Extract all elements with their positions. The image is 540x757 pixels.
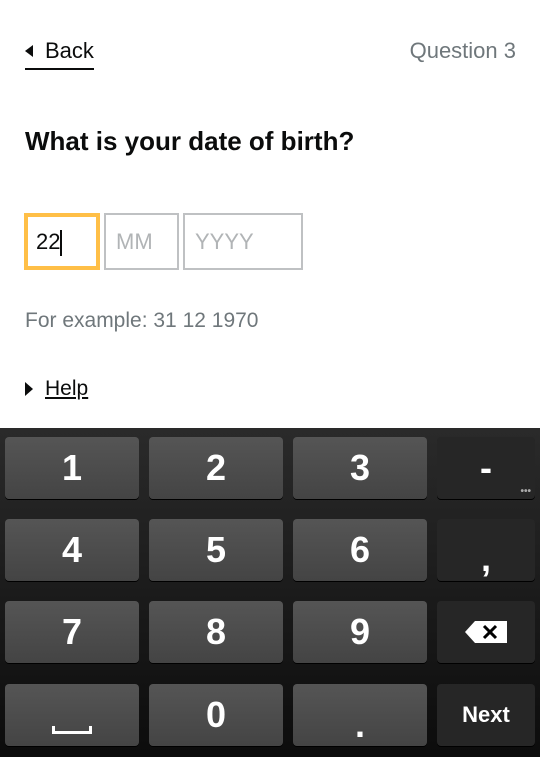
- key-2[interactable]: 2: [149, 437, 283, 499]
- key-1[interactable]: 1: [5, 437, 139, 499]
- year-input[interactable]: YYYY: [183, 213, 303, 270]
- key-comma[interactable]: ,: [437, 519, 535, 581]
- help-toggle[interactable]: Help: [25, 377, 88, 401]
- more-icon: •••: [520, 486, 531, 497]
- month-placeholder: MM: [116, 229, 153, 254]
- key-dash[interactable]: - •••: [437, 437, 535, 499]
- key-9[interactable]: 9: [293, 601, 427, 663]
- caret-right-icon: [25, 382, 33, 396]
- key-5[interactable]: 5: [149, 519, 283, 581]
- question-number: Question 3: [409, 38, 516, 63]
- space-icon: [52, 726, 92, 734]
- key-7[interactable]: 7: [5, 601, 139, 663]
- help-label: Help: [45, 377, 89, 400]
- back-label: Back: [45, 38, 94, 63]
- backspace-key[interactable]: [437, 601, 535, 663]
- day-value: 22: [36, 229, 61, 254]
- day-input[interactable]: 22: [24, 213, 100, 270]
- year-placeholder: YYYY: [195, 229, 254, 254]
- space-key[interactable]: [5, 684, 139, 746]
- caret-left-icon: [25, 45, 33, 57]
- backspace-icon: [465, 621, 507, 643]
- page-title: What is your date of birth?: [25, 126, 355, 156]
- month-input[interactable]: MM: [104, 213, 179, 270]
- key-0[interactable]: 0: [149, 684, 283, 746]
- next-button[interactable]: Next: [437, 684, 535, 746]
- key-3[interactable]: 3: [293, 437, 427, 499]
- key-8[interactable]: 8: [149, 601, 283, 663]
- key-4[interactable]: 4: [5, 519, 139, 581]
- numeric-keyboard: 1 2 3 - ••• 4 5 6 , 7 8 9 0 . Next: [0, 428, 540, 757]
- text-cursor: [60, 230, 63, 257]
- dash-label: -: [480, 447, 492, 488]
- key-6[interactable]: 6: [293, 519, 427, 581]
- back-link[interactable]: Back: [25, 38, 94, 70]
- key-period[interactable]: .: [293, 684, 427, 746]
- date-hint: For example: 31 12 1970: [25, 309, 259, 332]
